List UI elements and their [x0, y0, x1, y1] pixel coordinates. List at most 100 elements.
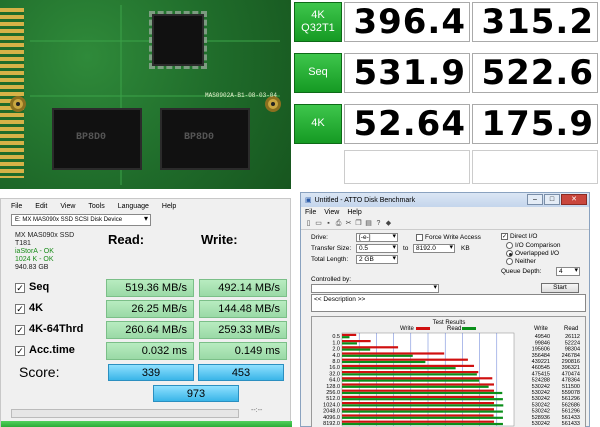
legend-read-swatch: [462, 327, 476, 330]
nand-chip: BP8D0: [52, 108, 142, 170]
help-icon[interactable]: ?: [374, 219, 383, 228]
benchmark-score-table: 4K Q32T1 396.4 315.2 Seq 531.9 522.6 4K 5…: [292, 0, 600, 189]
read-bar: [342, 360, 426, 364]
app-icon: ▣: [305, 197, 312, 204]
category-label: 1024.0: [323, 402, 340, 408]
empty-cell: [344, 150, 470, 184]
read-header: Read:: [108, 232, 145, 247]
controlled-by-select[interactable]: [311, 284, 439, 293]
new-icon[interactable]: ▯: [304, 219, 313, 228]
read-bar: [342, 398, 503, 401]
window-controls: – □ ✕: [527, 194, 587, 205]
menu-help[interactable]: Help: [162, 203, 176, 210]
read-bar: [342, 422, 503, 426]
overlapped-io-option[interactable]: Overlapped I/O: [506, 250, 559, 257]
menu-view[interactable]: View: [60, 203, 75, 210]
cut-icon[interactable]: ✂: [344, 219, 353, 228]
menu-file[interactable]: File: [11, 203, 22, 210]
category-label: 8.0: [332, 359, 340, 365]
category-label: 2.0: [332, 347, 340, 353]
about-icon[interactable]: ◆: [384, 219, 393, 228]
write-value-label: 195606: [532, 347, 550, 353]
category-label: 8192.0: [323, 421, 340, 427]
read-result: 260.64 MB/s: [106, 321, 194, 339]
open-icon[interactable]: ▭: [314, 219, 323, 228]
menu-help[interactable]: Help: [347, 209, 361, 216]
overlapped-io-radio[interactable]: [506, 250, 513, 257]
4k-checkbox[interactable]: ✓: [15, 304, 25, 314]
queue-depth-select[interactable]: 4: [556, 267, 580, 276]
alignment-status: 1024 K - OK: [15, 256, 54, 263]
write-bar: [342, 364, 475, 367]
print-icon[interactable]: ⎙: [334, 219, 343, 228]
transfer-to-label: to: [403, 245, 409, 252]
category-label: 1.0: [332, 340, 340, 346]
queue-depth-label: Queue Depth:: [501, 268, 542, 275]
window-title: Untitled - ATTO Disk Benchmark: [314, 196, 416, 204]
start-button[interactable]: [1, 421, 292, 427]
row-label: Seq: [294, 53, 342, 93]
neither-option[interactable]: Neither: [506, 258, 536, 265]
read-value: 52.64: [344, 104, 470, 144]
paste-icon[interactable]: ▤: [364, 219, 373, 228]
transfer-unit: KB: [461, 245, 470, 252]
menu-tools[interactable]: Tools: [88, 203, 104, 210]
write-bar: [342, 371, 479, 374]
read-bar: [342, 416, 503, 419]
maximize-icon[interactable]: □: [544, 194, 560, 205]
read-bar: [342, 348, 371, 351]
acc-time-checkbox[interactable]: ✓: [15, 346, 25, 356]
menu-file[interactable]: File: [305, 209, 316, 216]
write-value-label: 49540: [535, 334, 550, 340]
write-value-label: 530242: [532, 409, 550, 415]
driver-status: iaStorA - OK: [15, 248, 54, 255]
io-comparison-option[interactable]: I/O Comparison: [506, 242, 561, 249]
force-write-option[interactable]: Force Write Access: [416, 234, 481, 241]
drive-select[interactable]: [-e-]: [356, 233, 398, 242]
minimize-icon[interactable]: –: [527, 194, 543, 205]
write-value-label: 530242: [532, 384, 550, 390]
write-bar: [342, 408, 495, 411]
neither-radio[interactable]: [506, 258, 513, 265]
category-label: 2048.0: [323, 409, 340, 415]
description-field[interactable]: << Description >>: [311, 294, 586, 312]
direct-io-checkbox[interactable]: ✓: [501, 233, 508, 240]
read-value-label: 561296: [562, 396, 580, 402]
row-label: Seq: [29, 281, 50, 293]
category-label: 0.5: [332, 334, 340, 340]
drive-select[interactable]: E: MX MAS090x SSD SCSI Disk Device: [11, 214, 151, 226]
as-ssd-benchmark-window: File Edit View Tools Language Help E: MX…: [0, 198, 292, 427]
row-label: 4K: [294, 104, 342, 144]
elapsed-time: --:--: [251, 407, 263, 414]
read-result: 26.25 MB/s: [106, 300, 194, 318]
toolbar: ▯ ▭ ▪ ⎙ ✂ ❐ ▤ ? ◆: [301, 218, 589, 230]
pcb-edge-contacts: [0, 8, 24, 178]
menu-view[interactable]: View: [324, 209, 339, 216]
close-icon[interactable]: ✕: [561, 194, 587, 205]
io-comparison-radio[interactable]: [506, 242, 513, 249]
4k-64thrd-checkbox[interactable]: ✓: [15, 325, 25, 335]
direct-io-option[interactable]: ✓ Direct I/O: [501, 233, 537, 240]
read-bar: [342, 404, 504, 407]
write-value-label: 99846: [535, 340, 550, 346]
category-label: 128.0: [326, 384, 340, 390]
category-label: 4096.0: [323, 415, 340, 421]
menu-edit[interactable]: Edit: [35, 203, 47, 210]
copy-icon[interactable]: ❐: [354, 219, 363, 228]
force-write-checkbox[interactable]: [416, 234, 423, 241]
write-bar: [342, 414, 494, 417]
start-button[interactable]: Start: [541, 283, 579, 293]
menu-language[interactable]: Language: [118, 203, 149, 210]
write-bar: [342, 383, 495, 386]
read-bar: [342, 373, 477, 376]
column-read-header: Read: [564, 326, 578, 332]
write-value-label: 439221: [532, 359, 550, 365]
read-value: 396.4: [344, 2, 470, 42]
save-icon[interactable]: ▪: [324, 219, 333, 228]
transfer-from-select[interactable]: 0.5: [356, 244, 398, 253]
transfer-to-select[interactable]: 8192.0: [413, 244, 455, 253]
total-length-select[interactable]: 2 GB: [356, 255, 398, 264]
read-bar: [342, 336, 350, 339]
seq-checkbox[interactable]: ✓: [15, 283, 25, 293]
read-value-label: 561433: [562, 421, 580, 427]
